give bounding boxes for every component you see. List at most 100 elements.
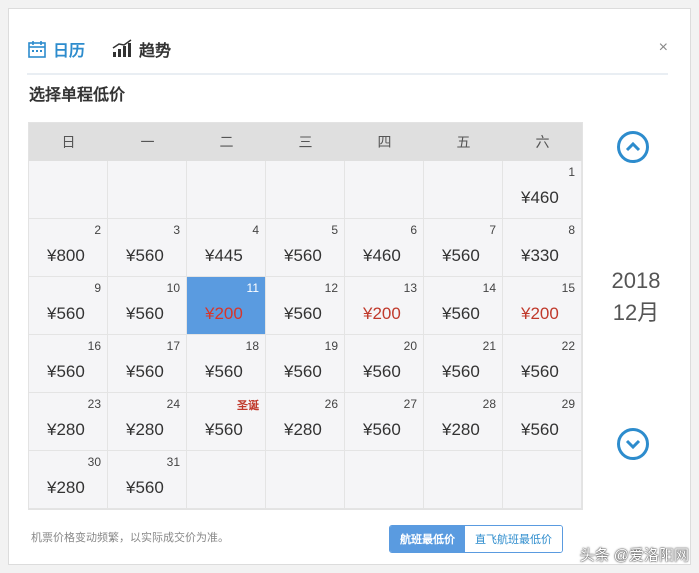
calendar-day-cell[interactable]: 30 ¥280 [29,451,108,509]
weekday-tue: 二 [219,134,234,150]
day-number: 22 [561,339,575,353]
weekday-mon: 一 [140,134,155,150]
calendar-day-cell[interactable]: 10 ¥560 [108,277,187,335]
calendar-day-cell[interactable]: 21 ¥560 [424,335,503,393]
calendar-day-cell[interactable]: 16 ¥560 [29,335,108,393]
day-number: 20 [403,339,417,353]
day-number: 1 [568,165,575,179]
calendar-day-cell[interactable]: 22 ¥560 [503,335,582,393]
day-price: ¥560 [284,304,322,323]
calendar-day-cell[interactable]: 7 ¥560 [424,219,503,277]
calendar-day-cell[interactable]: 3 ¥560 [108,219,187,277]
day-price: ¥560 [126,478,164,497]
calendar-day-cell[interactable]: 11 ¥200 [187,277,266,335]
price-disclaimer: 机票价格变动频繁，以实际成交价为准。 [31,532,229,544]
day-number: 11 [246,281,259,295]
trend-chart-icon [112,39,132,57]
calendar-day-cell[interactable]: 9 ¥560 [29,277,108,335]
day-number: 17 [166,339,180,353]
day-price: ¥560 [284,246,322,265]
current-month-label: 12月 [612,300,660,325]
day-price: ¥560 [442,304,480,323]
day-number: 28 [482,397,496,411]
calendar-day-cell[interactable]: 5 ¥560 [266,219,345,277]
calendar-day-cell[interactable]: 29 ¥560 [503,393,582,451]
calendar-day-cell[interactable]: 8 ¥330 [503,219,582,277]
tab-trend-label: 趋势 [139,43,172,60]
calendar-day-cell[interactable]: 20 ¥560 [345,335,424,393]
calendar-empty-cell [187,161,266,219]
day-price: ¥560 [363,362,401,381]
section-title: 选择单程低价 [29,87,126,104]
day-number: 13 [403,281,417,295]
day-number: 2 [94,223,101,237]
day-number: 8 [568,223,575,237]
calendar-day-cell[interactable]: 圣诞 ¥560 [187,393,266,451]
calendar-day-cell[interactable]: 26 ¥280 [266,393,345,451]
calendar-day-cell[interactable]: 14 ¥560 [424,277,503,335]
day-number: 30 [87,455,101,469]
chevron-down-icon [625,439,641,450]
day-number: 16 [87,339,101,353]
day-number: 24 [166,397,180,411]
current-month: 2018 12月 [599,265,673,329]
day-number: 26 [324,397,338,411]
calendar-day-cell[interactable]: 12 ¥560 [266,277,345,335]
day-number: 21 [482,339,496,353]
calendar-day-cell[interactable]: 1 ¥460 [503,161,582,219]
day-number: 7 [489,223,496,237]
calendar-day-cell[interactable]: 28 ¥280 [424,393,503,451]
direct-lowest-button[interactable]: 直飞航班最低价 [465,526,562,552]
day-price: ¥560 [205,420,243,439]
day-price: ¥280 [442,420,480,439]
calendar-day-cell[interactable]: 19 ¥560 [266,335,345,393]
day-number: 19 [324,339,338,353]
day-number: 29 [561,397,575,411]
calendar-empty-cell [424,161,503,219]
day-number: 27 [403,397,417,411]
day-price: ¥560 [363,420,401,439]
day-price: ¥460 [363,246,401,265]
weekday-sat: 六 [535,134,550,150]
day-price: ¥445 [205,246,243,265]
day-price: ¥460 [521,188,559,207]
day-price: ¥560 [442,362,480,381]
calendar-day-cell[interactable]: 27 ¥560 [345,393,424,451]
calendar-empty-cell [503,451,582,509]
close-icon[interactable]: × [659,39,668,57]
day-price: ¥800 [47,246,85,265]
day-number: 9 [94,281,101,295]
flight-lowest-button[interactable]: 航班最低价 [390,526,465,552]
next-month-button[interactable] [617,428,649,460]
calendar-day-cell[interactable]: 13 ¥200 [345,277,424,335]
calendar-day-cell[interactable]: 17 ¥560 [108,335,187,393]
calendar-day-cell[interactable]: 24 ¥280 [108,393,187,451]
day-price: ¥560 [521,420,559,439]
day-number: 23 [87,397,101,411]
day-price: ¥280 [47,478,85,497]
month-navigator: 2018 12月 [599,122,679,508]
calendar-day-cell[interactable]: 2 ¥800 [29,219,108,277]
calendar-day-cell[interactable]: 6 ¥460 [345,219,424,277]
calendar-empty-cell [345,161,424,219]
day-price: ¥280 [126,420,164,439]
tab-calendar[interactable]: 日历 [27,37,85,61]
calendar-empty-cell [108,161,187,219]
tab-trend[interactable]: 趋势 [111,37,171,61]
weekday-header: 日 一 二 三 四 五 六 [29,123,582,161]
prev-month-button[interactable] [617,131,649,163]
day-price: ¥560 [47,362,85,381]
calendar-day-cell[interactable]: 4 ¥445 [187,219,266,277]
calendar-day-cell[interactable]: 15 ¥200 [503,277,582,335]
calendar-empty-cell [266,451,345,509]
calendar-empty-cell [29,161,108,219]
day-number: 4 [252,223,259,237]
price-mode-toggle: 航班最低价 直飞航班最低价 [389,525,563,553]
calendar-day-cell[interactable]: 23 ¥280 [29,393,108,451]
calendar-day-cell[interactable]: 18 ¥560 [187,335,266,393]
calendar-day-cell[interactable]: 31 ¥560 [108,451,187,509]
calendar-empty-cell [266,161,345,219]
weekday-fri: 五 [456,134,471,150]
day-price: ¥560 [126,362,164,381]
current-year: 2018 [611,268,661,293]
